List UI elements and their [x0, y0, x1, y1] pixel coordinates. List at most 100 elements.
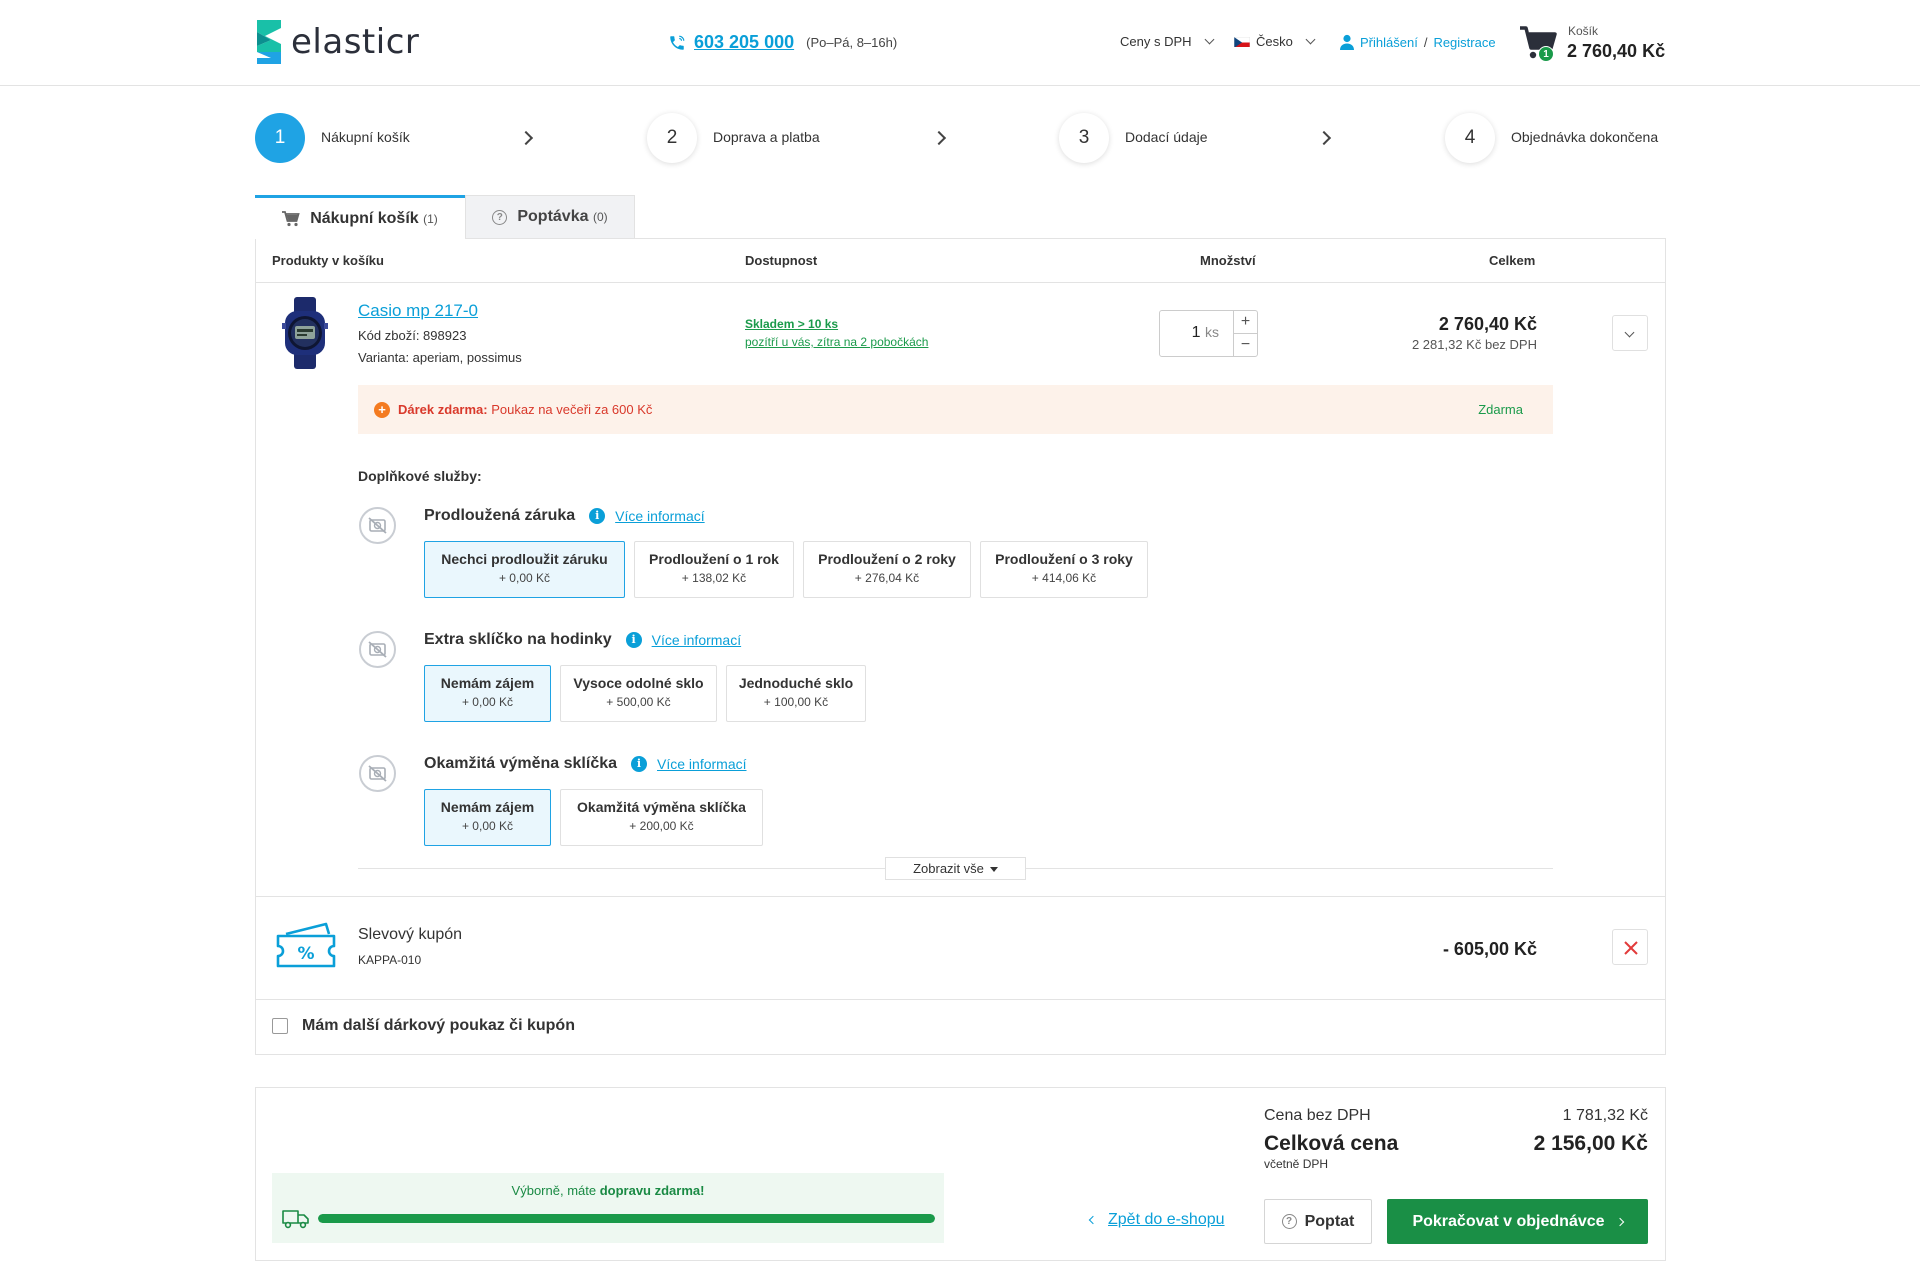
column-quantity: Množství — [1200, 253, 1256, 268]
caret-down-icon — [989, 867, 998, 873]
logo-icon — [257, 20, 281, 64]
glass-option-none[interactable]: Nemám zájem + 0,00 Kč — [424, 665, 551, 722]
expand-item-button[interactable] — [1612, 315, 1648, 351]
step-4-number: 4 — [1445, 113, 1495, 163]
chevron-down-icon — [1624, 327, 1635, 338]
cart-total: 2 760,40 Kč — [1567, 41, 1666, 61]
warranty-option-2-years[interactable]: Prodloužení o 2 roky + 276,04 Kč — [803, 541, 971, 598]
quantity-stepper: 1 ks + − — [1159, 310, 1258, 357]
inquiry-button[interactable]: ? Poptat — [1264, 1199, 1372, 1244]
more-info-link[interactable]: Více informací — [615, 508, 704, 524]
czech-flag-icon — [1234, 36, 1250, 47]
quantity-unit: ks — [1205, 324, 1219, 340]
coupon-icon: % — [276, 922, 336, 968]
show-all-button[interactable]: Zobrazit vše — [885, 857, 1026, 880]
product-variant: Varianta: aperiam, possimus — [358, 350, 522, 365]
coupon-title: Slevový kupón — [358, 926, 463, 943]
column-products: Produkty v košíku — [272, 253, 384, 268]
warranty-option-3-years[interactable]: Prodloužení o 3 roky + 414,06 Kč — [980, 541, 1148, 598]
remove-coupon-button[interactable] — [1612, 929, 1648, 965]
glass-option-resistant[interactable]: Vysoce odolné sklo + 500,00 Kč — [560, 665, 717, 722]
step-2-number: 2 — [647, 113, 697, 163]
product-image[interactable] — [282, 297, 328, 369]
price-mode-label: Ceny s DPH — [1120, 34, 1192, 49]
step-4-label: Objednávka dokončena — [1511, 129, 1659, 145]
step-1-number: 1 — [255, 113, 305, 163]
no-image-icon — [359, 507, 396, 544]
chevron-right-icon — [518, 130, 534, 146]
product-name-link[interactable]: Casio mp 217-0 — [358, 301, 478, 321]
service-title-glass-replacement: Okamžitá výměna sklíčka i Více informací — [424, 755, 747, 772]
tab-cart-label: Nákupní košík — [310, 209, 419, 227]
truck-icon — [282, 1210, 309, 1229]
quantity-input[interactable]: 1 ks — [1192, 324, 1219, 342]
info-icon[interactable]: i — [631, 756, 648, 772]
logo[interactable]: elasticr — [257, 18, 419, 66]
header-cart-button[interactable]: 1 — [1518, 22, 1558, 67]
auth-separator: / — [1423, 34, 1428, 50]
free-shipping-message: Výborně, máte dopravu zdarma! — [511, 1183, 705, 1198]
chevron-down-icon — [1204, 34, 1214, 45]
more-info-link[interactable]: Více informací — [652, 632, 741, 648]
total-price-note: včetně DPH — [1264, 1157, 1329, 1171]
quantity-increase-button[interactable]: + — [1233, 311, 1257, 334]
free-shipping-progress-fill — [318, 1214, 935, 1223]
auth-links: Přihlášení / Registrace — [1340, 34, 1496, 50]
net-price-value: 1 781,32 Kč — [1562, 1107, 1648, 1124]
warranty-option-none[interactable]: Nechci prodloužit záruku + 0,00 Kč — [424, 541, 625, 598]
free-shipping-progress — [318, 1214, 935, 1223]
no-image-icon — [359, 631, 396, 668]
back-to-shop-link[interactable]: Zpět do e-shopu — [1088, 1211, 1225, 1229]
product-price: 2 760,40 Kč — [1438, 314, 1537, 334]
logo-text: elasticr — [291, 22, 420, 62]
country-select[interactable]: Česko — [1234, 34, 1316, 49]
other-voucher-checkbox[interactable] — [272, 1018, 288, 1034]
glass-option-simple[interactable]: Jednoduché sklo + 100,00 Kč — [726, 665, 866, 722]
tab-cart-count: (1) — [423, 211, 438, 226]
plus-circle-icon: + — [374, 402, 390, 418]
column-total: Celkem — [1489, 253, 1536, 268]
total-price-label: Celková cena — [1264, 1132, 1399, 1155]
tab-inquiry-count: (0) — [592, 210, 608, 224]
replacement-option-instant[interactable]: Okamžitá výměna sklíčka + 200,00 Kč — [560, 789, 763, 846]
login-link[interactable]: Přihlášení — [1360, 35, 1418, 50]
gift-text: Poukaz na večeři za 600 Kč — [491, 402, 653, 417]
service-title-extra-glass: Extra sklíčko na hodinky i Více informac… — [424, 631, 742, 648]
stock-status-link[interactable]: Skladem > 10 ks — [745, 317, 838, 331]
tab-inquiry[interactable]: ? Poptávka (0) — [465, 195, 635, 238]
divider — [256, 999, 1665, 1000]
svg-text:%: % — [297, 944, 314, 964]
delivery-note-link[interactable]: pozítří u vás, zítra na 2 pobočkách — [745, 335, 928, 349]
chevron-down-icon — [1305, 34, 1316, 45]
continue-order-button[interactable]: Pokračovat v objednávce — [1387, 1199, 1648, 1244]
info-icon[interactable]: i — [589, 508, 606, 524]
price-mode-select[interactable]: Ceny s DPH — [1120, 34, 1214, 49]
cart-icon — [282, 210, 300, 226]
warranty-option-1-year[interactable]: Prodloužení o 1 rok + 138,02 Kč — [634, 541, 794, 598]
chevron-left-icon — [1088, 1215, 1098, 1225]
info-icon[interactable]: i — [625, 632, 642, 648]
phone-hours: (Po–Pá, 8–16h) — [806, 35, 898, 50]
tab-cart[interactable]: Nákupní košík (1) — [255, 195, 465, 239]
step-2-label: Doprava a platba — [713, 129, 820, 145]
quantity-decrease-button[interactable]: − — [1233, 334, 1257, 357]
coupon-code: KAPPA-010 — [358, 953, 422, 967]
question-icon: ? — [1281, 1214, 1297, 1229]
chevron-right-icon — [931, 130, 947, 146]
other-voucher-toggle[interactable]: Mám další dárkový poukaz či kupón — [272, 1017, 575, 1035]
register-link[interactable]: Registrace — [1433, 35, 1495, 50]
question-icon: ? — [492, 209, 508, 225]
step-1-label: Nákupní košík — [321, 129, 410, 145]
no-image-icon — [359, 755, 396, 792]
phone-number-link[interactable]: 603 205 000 — [694, 32, 794, 53]
gift-banner: + Dárek zdarma: Poukaz na večeři za 600 … — [358, 385, 1553, 434]
coupon-amount: - 605,00 Kč — [1442, 939, 1537, 959]
tab-inquiry-label: Poptávka — [517, 208, 589, 225]
step-3-number: 3 — [1059, 113, 1109, 163]
divider — [256, 896, 1665, 897]
more-info-link[interactable]: Více informací — [657, 756, 746, 772]
replacement-option-none[interactable]: Nemám zájem + 0,00 Kč — [424, 789, 551, 846]
user-icon — [1340, 34, 1354, 50]
site-header: elasticr 603 205 000 (Po–Pá, 8–16h) Ceny… — [0, 0, 1920, 86]
step-3-label: Dodací údaje — [1125, 129, 1208, 145]
